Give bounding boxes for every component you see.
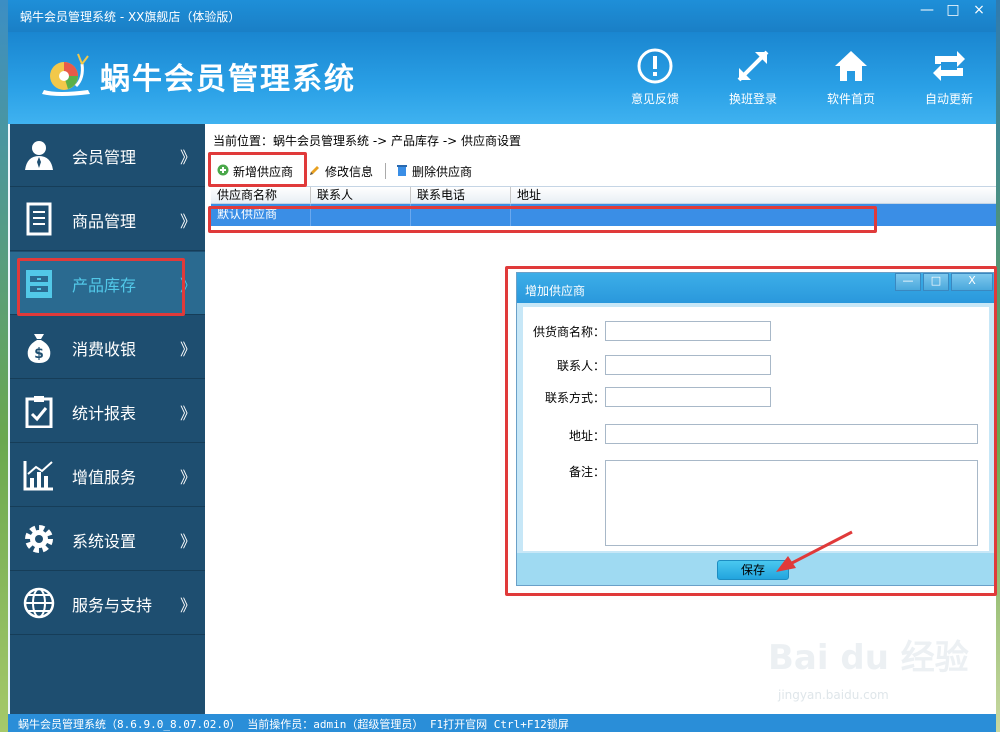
sidebar-item-value-added[interactable]: 增值服务 》 [10, 444, 205, 507]
edit-info-button[interactable]: 修改信息 [305, 161, 377, 182]
baidu-watermark-url: jingyan.baidu.com [778, 688, 889, 702]
close-button[interactable]: × [966, 0, 992, 22]
sidebar-item-label: 增值服务 [72, 468, 137, 487]
toolbar-divider [385, 163, 387, 179]
sidebar-item-label: 消费收银 [72, 340, 137, 359]
sidebar-item-cashier[interactable]: $ 消费收银 》 [10, 316, 205, 379]
feedback-button[interactable]: 意见反馈 [620, 46, 690, 107]
sidebar-item-goods[interactable]: 商品管理 》 [10, 188, 205, 251]
highlight-dialog [505, 266, 997, 596]
edit-info-label: 修改信息 [325, 164, 374, 179]
baidu-watermark: Bai du 经验 [768, 638, 969, 678]
sidebar-item-label: 服务与支持 [72, 596, 153, 615]
auto-update-button[interactable]: 自动更新 [914, 46, 984, 107]
brand-title: 蜗牛会员管理系统 [100, 62, 356, 97]
sidebar-item-reports[interactable]: 统计报表 》 [10, 380, 205, 443]
chevron-right-icon: 》 [180, 596, 197, 615]
refresh-icon [933, 51, 965, 81]
swap-login-label: 换班登录 [728, 92, 777, 106]
sidebar-item-label: 商品管理 [72, 212, 137, 231]
auto-update-label: 自动更新 [924, 92, 973, 106]
swap-login-icon [737, 50, 769, 82]
column-header[interactable]: 联系电话 [411, 187, 511, 203]
status-text: 蜗牛会员管理系统（8.6.9.0_8.07.02.0） 当前操作员：admin（… [18, 718, 569, 731]
delete-supplier-label: 删除供应商 [412, 164, 473, 179]
window-title: 蜗牛会员管理系统 - XX旗舰店（体验版） [20, 10, 241, 24]
status-bar: 蜗牛会员管理系统（8.6.9.0_8.07.02.0） 当前操作员：admin（… [8, 714, 996, 732]
title-bar: 蜗牛会员管理系统 - XX旗舰店（体验版） — □ × [8, 0, 996, 32]
column-header[interactable]: 地址 [511, 187, 996, 203]
chevron-right-icon: 》 [180, 404, 197, 423]
chevron-right-icon: 》 [180, 148, 197, 167]
highlight-add-supplier [208, 152, 307, 187]
sidebar-item-support[interactable]: 服务与支持 》 [10, 572, 205, 635]
highlight-sidebar-inventory [17, 258, 185, 316]
globe-icon [23, 587, 55, 619]
chevron-right-icon: 》 [180, 212, 197, 231]
trash-icon [396, 164, 408, 179]
column-header[interactable]: 供应商名称 [211, 187, 311, 203]
sidebar-item-label: 系统设置 [72, 532, 137, 551]
clipboard-icon [25, 396, 53, 428]
app-window: 蜗牛会员管理系统 - XX旗舰店（体验版） — □ × 蜗牛会员管理系统 意见反… [8, 0, 997, 732]
pencil-icon [309, 164, 321, 179]
delete-supplier-button[interactable]: 删除供应商 [392, 161, 476, 182]
sidebar-item-member[interactable]: 会员管理 》 [10, 124, 205, 187]
swap-login-button[interactable]: 换班登录 [718, 46, 788, 107]
money-bag-icon: $ [27, 334, 51, 363]
home-label: 软件首页 [826, 92, 875, 106]
column-header[interactable]: 联系人 [311, 187, 411, 203]
feedback-icon [637, 48, 673, 84]
feedback-label: 意见反馈 [630, 92, 679, 106]
home-icon [835, 51, 867, 81]
chevron-right-icon: 》 [180, 340, 197, 359]
sidebar-item-settings[interactable]: 系统设置 》 [10, 508, 205, 571]
document-icon [26, 202, 52, 236]
sidebar-item-label: 会员管理 [72, 148, 137, 167]
arrow-annotation-icon [776, 530, 853, 572]
table-header: 供应商名称 联系人 联系电话 地址 [211, 186, 996, 204]
breadcrumb: 当前位置：蜗牛会员管理系统 -> 产品库存 -> 供应商设置 [213, 134, 522, 148]
highlight-supplier-row [208, 206, 877, 233]
member-icon [25, 141, 53, 170]
app-header: 蜗牛会员管理系统 意见反馈 换班登录 软件首页 自动更新 [8, 32, 996, 124]
chevron-right-icon: 》 [180, 532, 197, 551]
gear-icon [25, 525, 53, 553]
chart-icon [23, 461, 53, 491]
window-controls: — □ × [914, 0, 992, 22]
snail-logo-icon [42, 53, 90, 96]
sidebar-item-label: 统计报表 [72, 404, 137, 423]
minimize-button[interactable]: — [914, 0, 940, 22]
maximize-button[interactable]: □ [940, 0, 966, 22]
svg-text:$: $ [34, 346, 44, 362]
home-button[interactable]: 软件首页 [816, 46, 886, 107]
chevron-right-icon: 》 [180, 468, 197, 487]
sidebar: 会员管理 》 商品管理 》 产品库存 》 $ 消费收银 》 统计报表 》 增值服… [10, 124, 205, 714]
